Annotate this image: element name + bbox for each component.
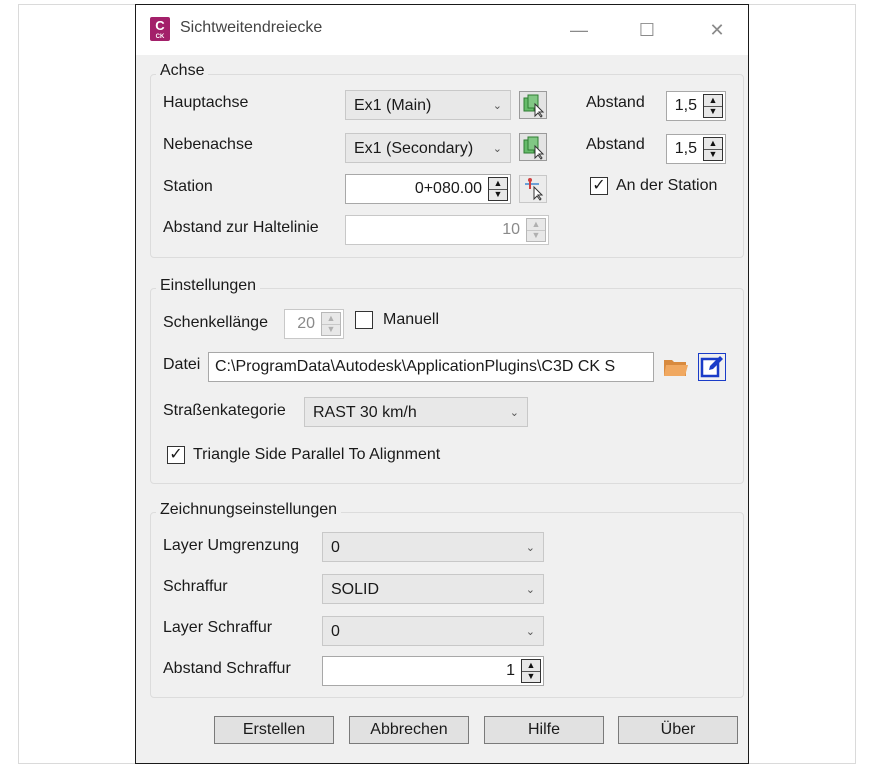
nebenachse-label: Nebenachse [163,136,253,153]
spin-down-icon[interactable]: ▼ [704,149,722,160]
app-icon-letter: C [155,18,165,33]
pick-station-button[interactable] [519,175,547,203]
window-title: Sichtweitendreiecke [180,19,323,36]
schraffur-value: SOLID [331,581,380,598]
layer-schraffur-label: Layer Schraffur [163,619,273,636]
an-der-station-checkbox[interactable]: ✓ [590,177,608,195]
haltelinie-label: Abstand zur Haltelinie [163,219,319,236]
edit-icon [700,356,723,378]
chevron-down-icon: ⌄ [492,100,502,112]
hilfe-button[interactable]: Hilfe [484,716,604,744]
pick-secondary-alignment-button[interactable] [519,133,547,161]
station-spinner[interactable]: ▲ ▼ [488,177,508,201]
station-value: 0+080.00 [414,180,482,197]
abbrechen-button[interactable]: Abbrechen [349,716,469,744]
abstand1-input[interactable]: 1,5 ▲ ▼ [666,91,726,121]
open-folder-button[interactable] [662,353,690,381]
zeichnung-group-label: Zeichnungseinstellungen [156,501,342,519]
minimize-icon[interactable]: — [564,15,594,45]
layer-schraffur-select[interactable]: 0 ⌄ [322,616,544,646]
chevron-down-icon: ⌄ [509,407,519,419]
pick-green-icon [523,136,545,160]
ueber-button[interactable]: Über [618,716,738,744]
chevron-down-icon: ⌄ [525,584,535,596]
an-der-station-label: An der Station [616,177,718,194]
station-label: Station [163,178,213,195]
manuell-label: Manuell [383,311,440,328]
spin-down-icon[interactable]: ▼ [322,324,340,335]
strassenkategorie-value: RAST 30 km/h [313,404,417,421]
spin-down-icon[interactable]: ▼ [704,106,722,117]
hauptachse-select[interactable]: Ex1 (Main) ⌄ [345,90,511,120]
pick-green-icon [523,94,545,118]
strassenkategorie-select[interactable]: RAST 30 km/h ⌄ [304,397,528,427]
title-bar: C CK Sichtweitendreiecke — ☐ ✕ [136,5,748,55]
schenkellaenge-label: Schenkellänge [163,314,268,331]
spin-down-icon[interactable]: ▼ [489,189,507,200]
pick-alignment-button[interactable] [519,91,547,119]
hauptachse-label: Hauptachse [163,94,249,111]
app-icon-sub: CK [155,34,165,40]
layer-umgrenzung-select[interactable]: 0 ⌄ [322,532,544,562]
schenkellaenge-spinner[interactable]: ▲ ▼ [321,312,341,336]
nebenachse-select[interactable]: Ex1 (Secondary) ⌄ [345,133,511,163]
manuell-checkbox[interactable] [355,311,373,329]
nebenachse-value: Ex1 (Secondary) [354,140,474,157]
chevron-down-icon: ⌄ [525,626,535,638]
folder-icon [664,360,688,376]
spin-down-icon[interactable]: ▼ [522,671,540,682]
abstand2-input[interactable]: 1,5 ▲ ▼ [666,134,726,164]
chevron-down-icon: ⌄ [492,143,502,155]
maximize-icon[interactable]: ☐ [632,15,662,45]
chevron-down-icon: ⌄ [525,542,535,554]
einstellungen-group-label: Einstellungen [156,277,261,295]
abstand2-label: Abstand [586,136,645,153]
strassenkategorie-label: Straßenkategorie [163,402,286,419]
spin-down-icon[interactable]: ▼ [527,230,545,241]
abstand2-spinner[interactable]: ▲ ▼ [703,137,723,161]
haltelinie-input[interactable]: 10 ▲ ▼ [345,215,549,245]
abstand1-spinner[interactable]: ▲ ▼ [703,94,723,118]
triangle-checkbox[interactable]: ✓ [167,446,185,464]
schraffur-select[interactable]: SOLID ⌄ [322,574,544,604]
achse-group-label: Achse [156,62,209,80]
schenkellaenge-input[interactable]: 20 ▲ ▼ [284,309,344,339]
close-icon[interactable]: ✕ [702,15,732,45]
haltelinie-value: 10 [502,221,520,238]
erstellen-button[interactable]: Erstellen [214,716,334,744]
schenkellaenge-value: 20 [297,315,315,332]
schraffur-label: Schraffur [163,578,228,595]
abstand1-label: Abstand [586,94,645,111]
abstand-schraffur-label: Abstand Schraffur [163,660,291,677]
station-input[interactable]: 0+080.00 ▲ ▼ [345,174,511,204]
pick-station-icon [525,178,544,201]
layer-schraffur-value: 0 [331,623,340,640]
civil3d-app-icon: C CK [150,17,170,41]
hauptachse-value: Ex1 (Main) [354,97,432,114]
layer-umgrenzung-value: 0 [331,539,340,556]
triangle-label: Triangle Side Parallel To Alignment [193,446,441,463]
datei-path-input[interactable]: C:\ProgramData\Autodesk\ApplicationPlugi… [208,352,654,382]
abstand-schraffur-input[interactable]: 1 ▲ ▼ [322,656,544,686]
abstand2-value: 1,5 [674,140,697,157]
haltelinie-spinner[interactable]: ▲ ▼ [526,218,546,242]
datei-label: Datei [163,356,201,373]
abstand-schraffur-spinner[interactable]: ▲ ▼ [521,659,541,683]
datei-value: C:\ProgramData\Autodesk\ApplicationPlugi… [215,358,616,375]
abstand-schraffur-value: 1 [506,662,515,679]
edit-file-button[interactable] [698,353,726,381]
layer-umgrenzung-label: Layer Umgrenzung [163,537,300,554]
abstand1-value: 1,5 [674,97,697,114]
